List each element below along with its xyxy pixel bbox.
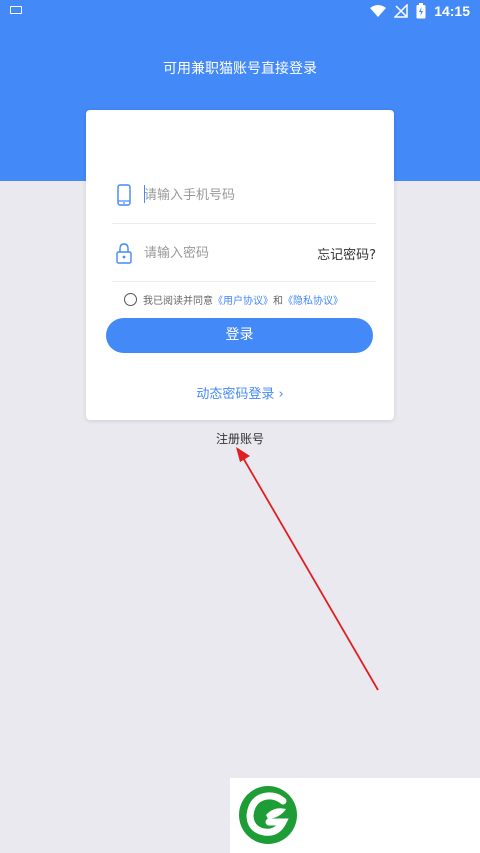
forgot-password-link[interactable]: 忘记密码?	[317, 244, 376, 263]
password-field: 忘记密码?	[112, 224, 376, 282]
register-label: 注册账号	[215, 432, 264, 446]
phone-field	[112, 166, 376, 224]
password-input[interactable]	[144, 242, 344, 264]
page-title: 可用兼职猫账号直接登录	[163, 61, 317, 77]
login-card: 忘记密码? 我已阅读并同意 《用户协议》 和 《隐私协议》 登录 动态密码登录 …	[86, 110, 394, 420]
status-time: 14:15	[434, 3, 470, 19]
leaf-logo-icon	[239, 786, 297, 844]
chevron-right-icon: ›	[278, 387, 284, 402]
status-bar: 14:15	[0, 0, 480, 24]
phone-input[interactable]	[144, 184, 344, 206]
keyboard-icon	[10, 6, 22, 14]
lock-icon	[116, 243, 132, 264]
phone-icon	[117, 184, 131, 206]
agreement-row: 我已阅读并同意 《用户协议》 和 《隐私协议》	[124, 292, 343, 307]
dynamic-password-login-link[interactable]: 动态密码登录 ›	[86, 383, 394, 402]
agreement-and: 和	[273, 296, 283, 307]
agreement-radio[interactable]	[124, 293, 137, 306]
agreement-prefix: 我已阅读并同意	[143, 296, 213, 307]
no-signal-icon	[394, 4, 408, 18]
wifi-icon	[370, 5, 387, 17]
status-icons: 14:15	[370, 3, 470, 19]
dynamic-password-login-label: 动态密码登录	[196, 387, 275, 402]
text-cursor	[144, 185, 145, 203]
user-agreement-link[interactable]: 《用户协议》	[213, 292, 273, 307]
battery-icon	[416, 3, 426, 19]
register-link[interactable]: 注册账号	[0, 430, 480, 447]
login-button[interactable]: 登录	[106, 318, 373, 353]
privacy-agreement-link[interactable]: 《隐私协议》	[283, 292, 343, 307]
